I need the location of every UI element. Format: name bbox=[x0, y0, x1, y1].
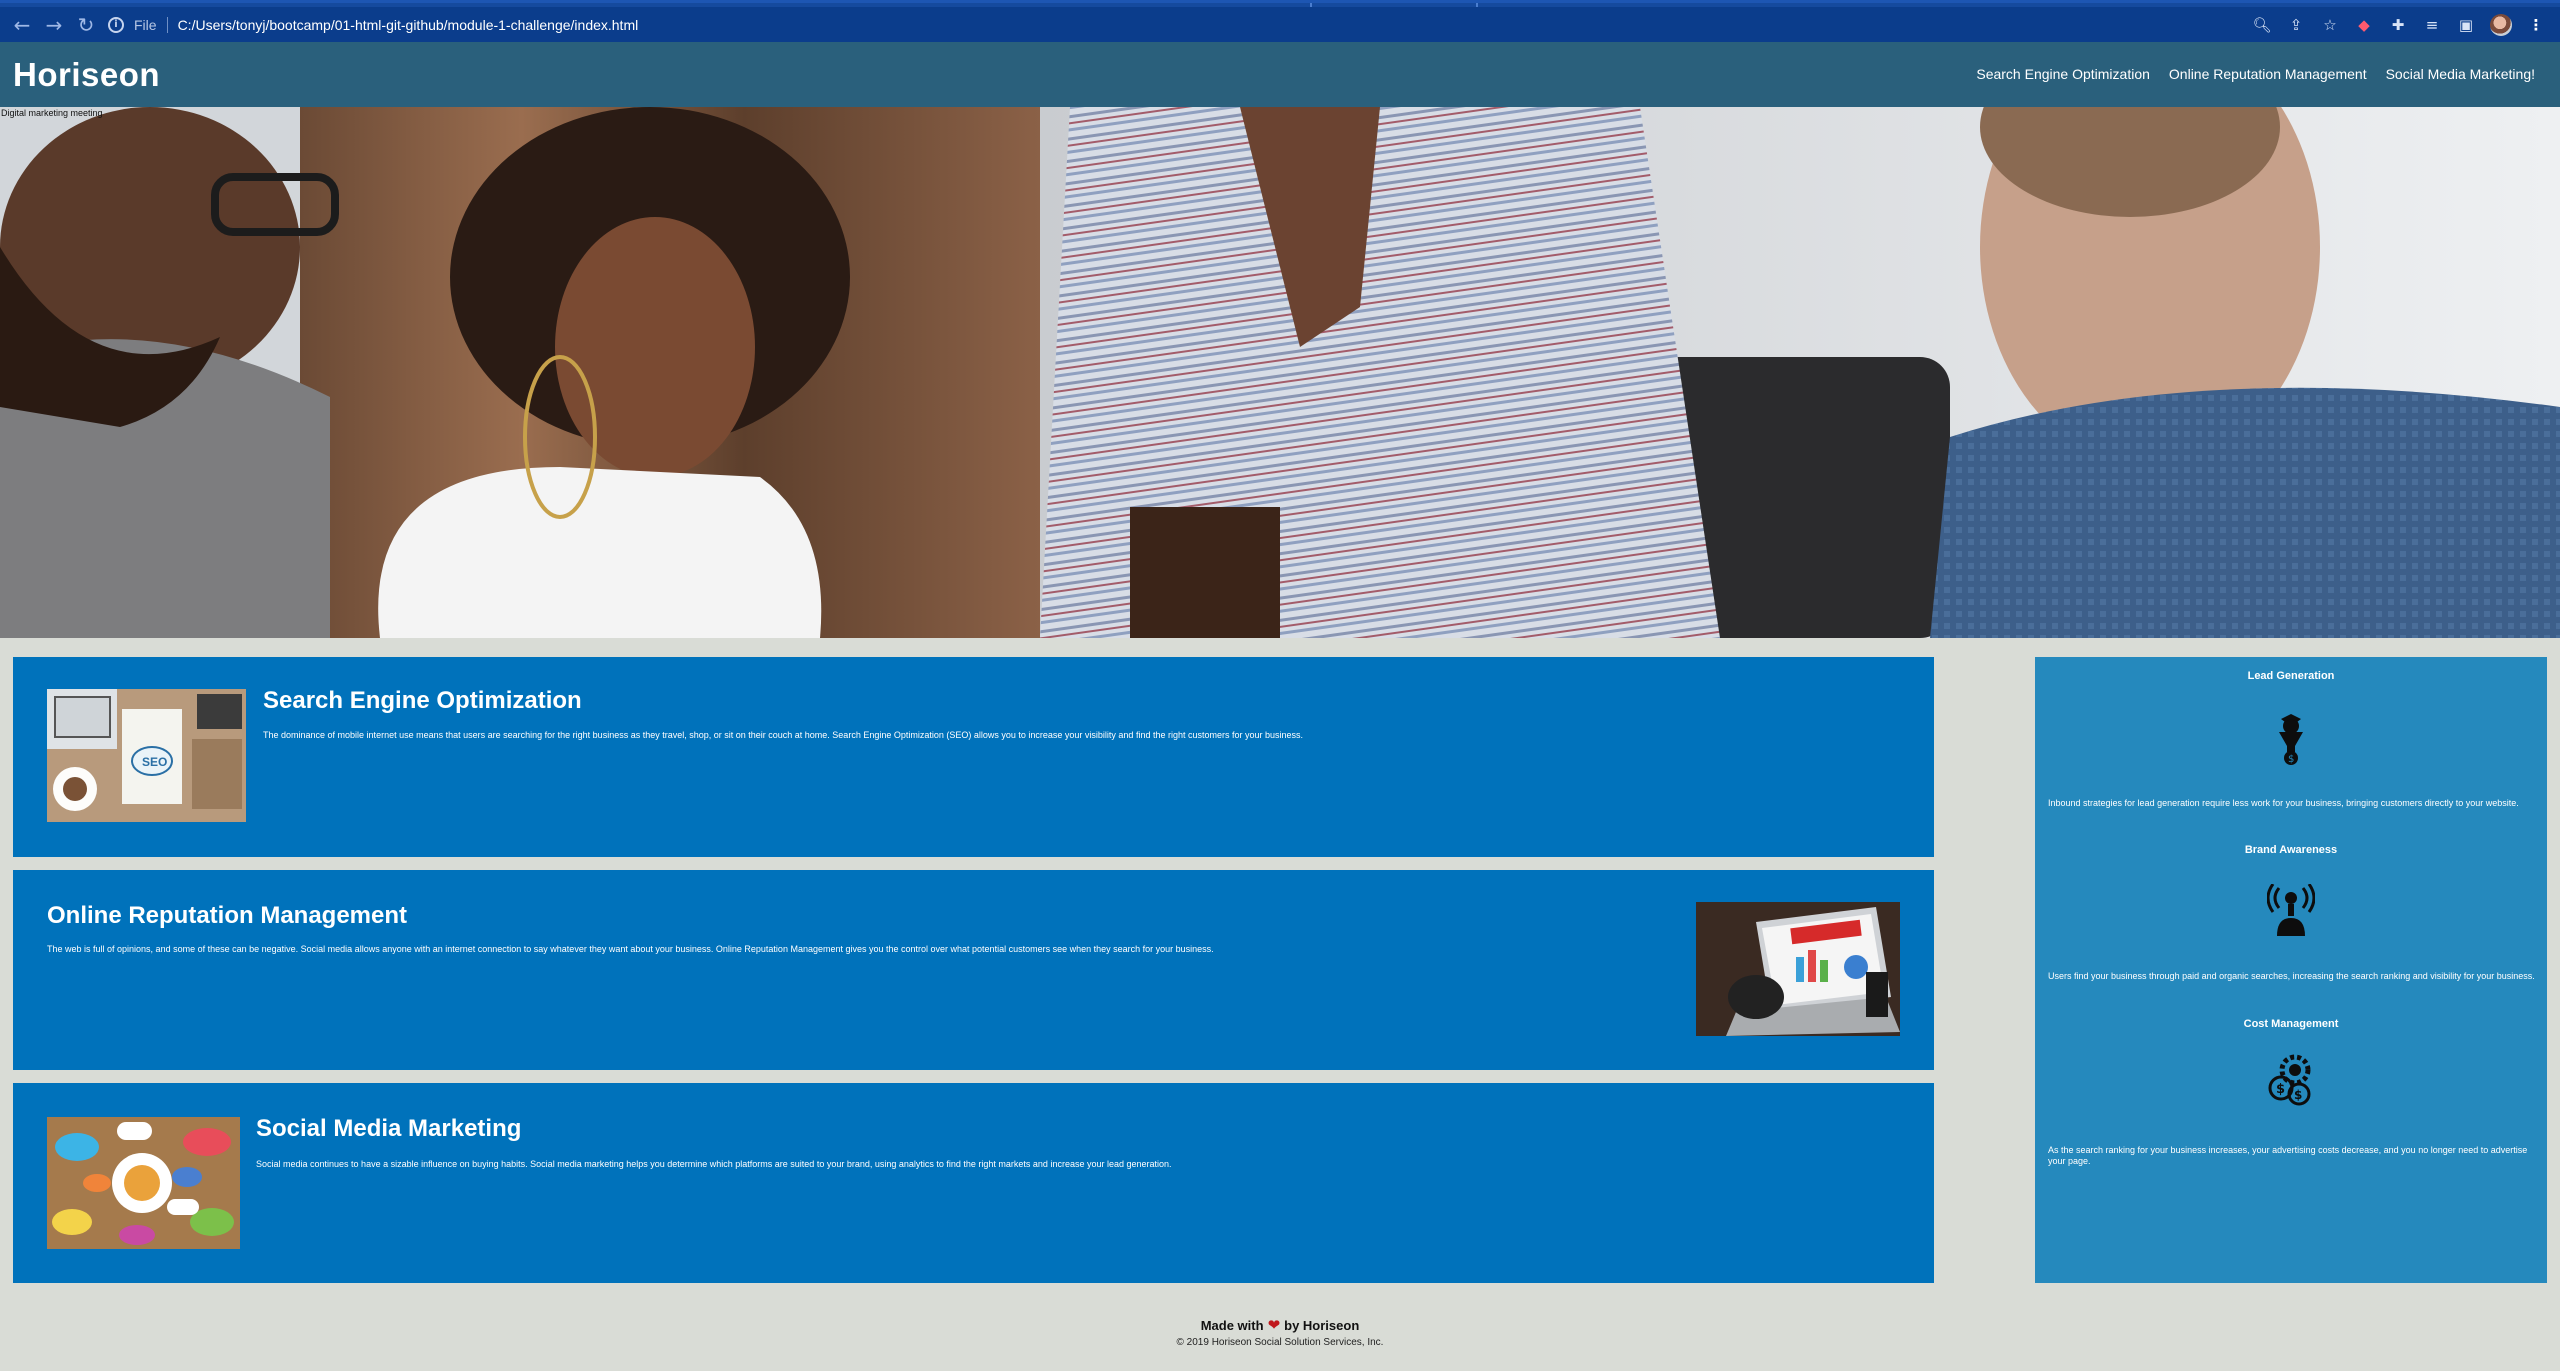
site-footer: Made with ❤ by Horiseon © 2019 Horiseon … bbox=[0, 1316, 2560, 1348]
benefits-sidebar: Lead Generation $ Inbound strategies for… bbox=[2035, 657, 2547, 1283]
hero-image: Digital marketing meeting bbox=[0, 107, 2560, 638]
svg-text:$: $ bbox=[2294, 1088, 2302, 1102]
footer-made-suffix: by Horiseon bbox=[1284, 1317, 1360, 1333]
reading-list-icon[interactable]: ≡ bbox=[2422, 15, 2442, 35]
zoom-icon[interactable]: 🔍︎ bbox=[2252, 15, 2272, 35]
side-panel-icon[interactable]: ▣ bbox=[2456, 15, 2476, 35]
reputation-image bbox=[1696, 902, 1900, 1036]
benefit-lead-generation: Lead Generation $ Inbound strategies for… bbox=[2035, 670, 2547, 808]
heart-icon: ❤ bbox=[1267, 1316, 1281, 1334]
url-text[interactable]: C:/Users/tonyj/bootcamp/01-html-git-gith… bbox=[178, 17, 639, 33]
hero-photo bbox=[0, 107, 2560, 638]
card-text: Social media continues to have a sizable… bbox=[256, 1159, 1172, 1169]
benefit-title: Cost Management bbox=[2243, 1018, 2339, 1030]
puzzle-icon[interactable]: ✚ bbox=[2388, 15, 2408, 35]
social-media-image bbox=[47, 1117, 240, 1249]
url-scheme: File bbox=[134, 17, 157, 33]
footer-made-with: Made with ❤ by Horiseon bbox=[1201, 1316, 1360, 1334]
forward-arrow-icon[interactable]: → bbox=[42, 13, 66, 37]
reload-icon[interactable]: ↻ bbox=[74, 13, 98, 37]
brand-awareness-icon bbox=[2267, 884, 2315, 936]
tab-divider bbox=[1310, 3, 1312, 7]
seo-image: SEO bbox=[47, 689, 246, 822]
star-icon[interactable]: ☆ bbox=[2320, 15, 2340, 35]
nav-link-orm[interactable]: Online Reputation Management bbox=[2169, 66, 2367, 82]
address-bar[interactable]: i File C:/Users/tonyj/bootcamp/01-html-g… bbox=[108, 12, 638, 38]
svg-text:SEO: SEO bbox=[142, 755, 167, 769]
cost-management-icon: $ $ bbox=[2268, 1054, 2311, 1106]
benefit-text: Inbound strategies for lead generation r… bbox=[2048, 798, 2519, 808]
share-icon[interactable]: ⇪ bbox=[2286, 15, 2306, 35]
benefit-text: As the search ranking for your business … bbox=[2048, 1145, 2528, 1166]
profile-avatar[interactable] bbox=[2490, 14, 2512, 36]
nav-link-smm[interactable]: Social Media Marketing! bbox=[2386, 66, 2535, 82]
tab-divider bbox=[1476, 3, 1478, 7]
content-card-orm: Online Reputation Management The web is … bbox=[13, 870, 1934, 1070]
site-header: Horiseon Search Engine Optimization Onli… bbox=[0, 42, 2560, 107]
browser-toolbar: ← → ↻ i File C:/Users/tonyj/bootcamp/01-… bbox=[0, 0, 2560, 42]
back-arrow-icon[interactable]: ← bbox=[10, 13, 34, 37]
main-nav: Search Engine Optimization Online Reputa… bbox=[1976, 66, 2535, 82]
card-title: Social Media Marketing bbox=[256, 1115, 522, 1142]
svg-text:$: $ bbox=[2288, 754, 2294, 765]
card-title: Search Engine Optimization bbox=[263, 687, 582, 714]
more-menu-icon[interactable]: ⋮ bbox=[2526, 15, 2546, 35]
card-text: The web is full of opinions, and some of… bbox=[47, 944, 1214, 954]
extension-icon[interactable]: ◆ bbox=[2354, 15, 2374, 35]
content-card-seo: SEO Search Engine Optimization The domin… bbox=[13, 657, 1934, 857]
content-card-smm: Social Media Marketing Social media cont… bbox=[13, 1083, 1934, 1283]
lead-generation-icon: $ bbox=[2279, 714, 2303, 765]
info-icon[interactable]: i bbox=[108, 17, 124, 33]
benefit-text: Users find your business through paid an… bbox=[2048, 971, 2535, 981]
benefit-cost-management: Cost Management $ $ As the search rankin… bbox=[2035, 1018, 2547, 1166]
tab-strip bbox=[0, 3, 2560, 7]
url-separator bbox=[166, 17, 168, 33]
svg-text:$: $ bbox=[2276, 1082, 2285, 1097]
card-text: The dominance of mobile internet use mea… bbox=[263, 730, 1304, 740]
benefit-title: Brand Awareness bbox=[2244, 844, 2338, 856]
hero-alt-text: Digital marketing meeting bbox=[1, 108, 103, 118]
card-title: Online Reputation Management bbox=[47, 902, 408, 929]
footer-made-prefix: Made with bbox=[1200, 1317, 1264, 1333]
footer-copyright: © 2019 Horiseon Social Solution Services… bbox=[1176, 1336, 1384, 1348]
benefit-brand-awareness: Brand Awareness Users find your business… bbox=[2035, 844, 2547, 981]
benefit-title: Lead Generation bbox=[2247, 670, 2335, 682]
nav-link-seo[interactable]: Search Engine Optimization bbox=[1976, 66, 2150, 82]
logo[interactable]: Horiseon bbox=[13, 56, 160, 94]
browser-actions: 🔍︎ ⇪ ☆ ◆ ✚ ≡ ▣ ⋮ bbox=[2252, 13, 2546, 37]
